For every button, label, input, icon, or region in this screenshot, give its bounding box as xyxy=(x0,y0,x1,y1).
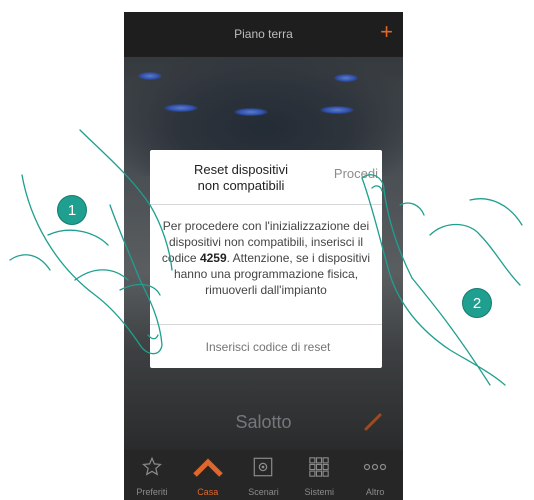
left-nail-outline xyxy=(147,334,159,340)
left-finger-outline xyxy=(109,204,163,355)
left-hand-outline xyxy=(79,129,173,271)
right-finger-outline xyxy=(361,177,391,276)
right-nail-outline xyxy=(371,185,383,192)
right-hand-outline xyxy=(429,223,521,286)
left-knuckle-outline xyxy=(9,254,51,271)
left-knuckle-outline xyxy=(119,283,161,296)
right-knuckle-outline xyxy=(399,202,425,216)
left-knuckle-outline xyxy=(74,269,129,281)
right-hand-outline xyxy=(469,198,523,226)
step-badge-1: 1 xyxy=(57,195,87,225)
step-badge-2: 2 xyxy=(462,288,492,318)
left-knuckle-outline xyxy=(47,229,109,246)
right-hand-outline xyxy=(389,274,506,386)
hand-illustrations xyxy=(9,129,523,386)
